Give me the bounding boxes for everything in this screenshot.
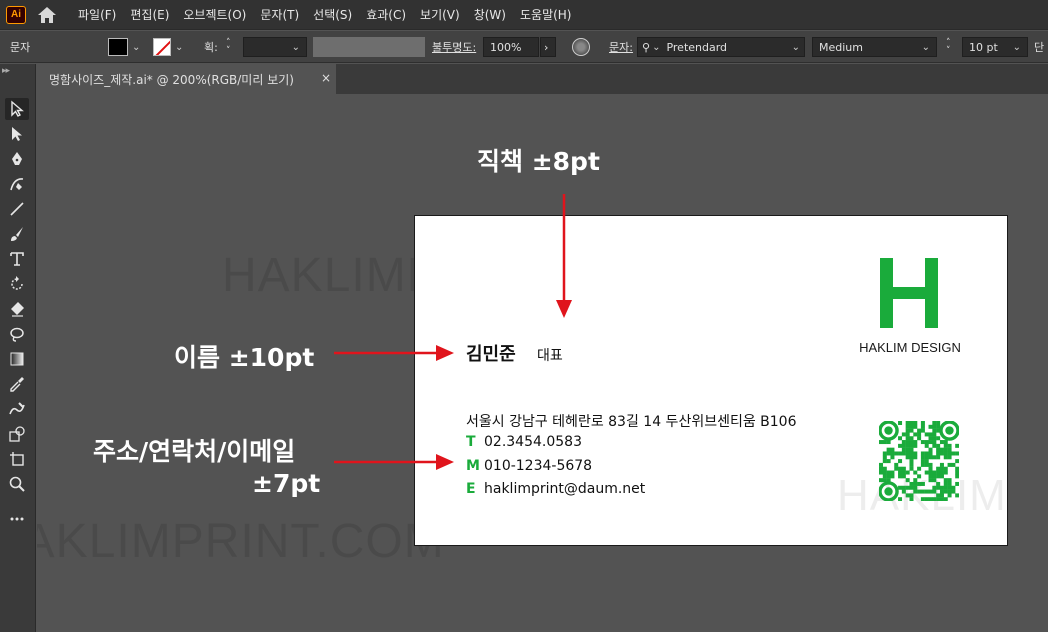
stroke-label: 획: [204,41,218,54]
stroke-swatch-group[interactable]: ⌄ [153,31,183,63]
context-label: 문자 [10,41,31,54]
annotation-arrows [334,194,572,470]
menu-type[interactable]: 문자(T) [260,6,299,23]
menu-help[interactable]: 도움말(H) [520,6,572,23]
font-style-value: Medium [819,40,863,54]
search-icon: ⚲ [642,40,651,54]
stroke-stepper[interactable]: ˄ ˅ [226,39,231,56]
arrow-head [436,345,454,361]
fill-swatch[interactable] [108,38,128,56]
blend-tool-icon[interactable] [5,398,29,420]
char-label: 문자: [609,41,633,54]
more-tools-icon[interactable] [5,508,29,530]
app-logo: Ai [6,5,26,24]
stroke-swatch[interactable] [153,38,171,56]
rotate-tool-icon[interactable] [5,273,29,295]
selection-tool-icon[interactable] [5,98,29,120]
gradient-tool-icon[interactable] [5,348,29,370]
font-style-field[interactable]: Medium ⌄ [812,37,937,57]
tools-panel: ▸▸ [0,64,36,632]
font-family-value: Pretendard [666,40,728,54]
opacity-arrow-button[interactable]: › [540,37,556,57]
panel-grip-icon[interactable]: ▸▸ [2,66,10,76]
main-menu: 파일(F) 편집(E) 오브젝트(O) 문자(T) 선택(S) 효과(C) 보기… [78,6,586,23]
arrow-head [556,300,572,318]
menu-edit[interactable]: 편집(E) [130,6,169,23]
variable-width-profile[interactable] [313,37,425,57]
menu-select[interactable]: 선택(S) [313,6,352,23]
font-size-stepper[interactable]: ˄ ˅ [946,39,951,56]
menu-file[interactable]: 파일(F) [78,6,116,23]
control-bar: 문자 ⌄ ⌄ 획: ˄ ˅ ⌄ 불투명도: 100% › 문자: ⚲ ⌄ Pret… [0,31,1048,63]
recolor-icon[interactable] [572,38,590,56]
live-paint-tool-icon[interactable] [5,423,29,445]
font-size-value: 10 pt [969,40,998,54]
opacity-label[interactable]: 불투명도: [432,39,476,55]
eyedropper-tool-icon[interactable] [5,373,29,395]
font-family-field[interactable]: ⚲ ⌄ Pretendard ⌄ [637,37,805,57]
paintbrush-tool-icon[interactable] [5,223,29,245]
direct-selection-tool-icon[interactable] [5,123,29,145]
chevron-down-icon[interactable]: ⌄ [132,42,140,53]
home-icon[interactable] [36,5,58,25]
chevron-down-icon: ⌄ [921,41,930,53]
canvas[interactable]: HAKLIMPRINT.COM HAKLIMPRINT.COM HAKLIMPR… [37,94,1048,632]
menu-object[interactable]: 오브젝트(O) [183,6,246,23]
fill-swatch-group[interactable]: ⌄ [108,31,140,63]
menu-window[interactable]: 창(W) [474,6,506,23]
curvature-tool-icon[interactable] [5,173,29,195]
opacity-input[interactable]: 100% [483,37,539,57]
chevron-down-icon: ⌄ [291,41,300,53]
document-tab-title[interactable]: 명함사이즈_제작.ai* @ 200%(RGB/미리 보기) [49,71,294,88]
chevron-down-icon[interactable]: ⌄ [175,42,183,53]
eraser-tool-icon[interactable] [5,298,29,320]
document-tab[interactable]: 명함사이즈_제작.ai* @ 200%(RGB/미리 보기) × [37,64,337,94]
lasso-tool-icon[interactable] [5,323,29,345]
arrow-head [436,454,454,470]
zoom-tool-icon[interactable] [5,473,29,495]
font-size-field[interactable]: 10 pt ⌄ [962,37,1028,57]
pen-tool-icon[interactable] [5,148,29,170]
menu-effect[interactable]: 효과(C) [366,6,406,23]
chevron-down-icon: ⌄ [652,41,661,53]
chevron-down-icon: ⌄ [791,41,800,53]
stroke-weight-dropdown[interactable]: ⌄ [243,37,307,57]
menu-bar: Ai 파일(F) 편집(E) 오브젝트(O) 문자(T) 선택(S) 효과(C)… [0,0,1048,30]
artboard-tool-icon[interactable] [5,448,29,470]
tab-strip [337,64,1048,94]
type-tool-icon[interactable] [5,248,29,270]
chevron-down-icon: ⌄ [1012,41,1021,53]
close-icon[interactable]: × [321,71,331,85]
paragraph-label: 단 [1034,41,1045,54]
menu-view[interactable]: 보기(V) [420,6,460,23]
line-tool-icon[interactable] [5,198,29,220]
